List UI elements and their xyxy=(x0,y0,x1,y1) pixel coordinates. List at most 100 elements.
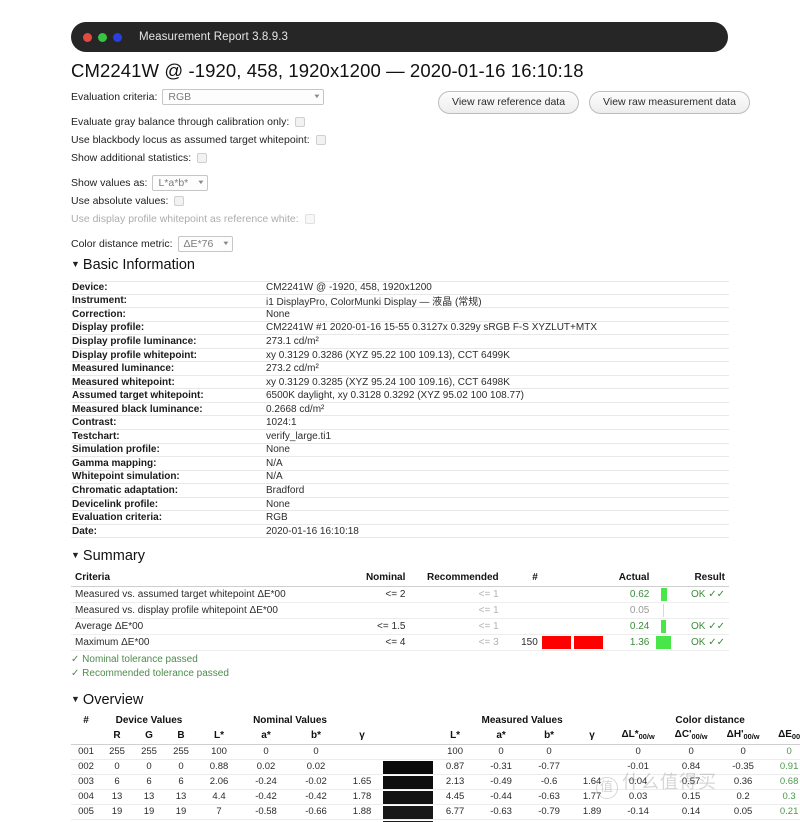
blackbody-checkbox[interactable] xyxy=(315,134,326,145)
summary-result xyxy=(674,602,729,619)
overview-cell-nL: 100 xyxy=(197,744,242,760)
overview-cell-ng xyxy=(341,759,384,775)
basic-info-key: Measured whitepoint: xyxy=(72,376,175,388)
summary-heading[interactable]: ▼ Summary xyxy=(71,548,145,564)
table-row: 004 13 13 13 4.4 -0.42 -0.42 1.78 4.45 -0.44 -0.63… xyxy=(71,789,800,805)
basic-info-key: Display profile: xyxy=(72,322,145,334)
basic-info-key: Correction: xyxy=(72,308,126,320)
overview-cell-mL: 0.87 xyxy=(433,759,478,775)
bar-placeholder xyxy=(663,604,665,617)
basic-info-key: Simulation profile: xyxy=(72,444,160,456)
summary-recommended: <= 1 xyxy=(409,586,503,603)
summary-row: Measured vs. display profile whitepoint … xyxy=(71,602,729,619)
overview-cell-mb: -0.79 xyxy=(525,804,574,820)
basic-info-key: Display profile luminance: xyxy=(72,335,197,347)
overview-group-header: Nominal Values xyxy=(253,715,327,726)
overview-cell-ng: 1.88 xyxy=(341,804,384,820)
overview-cell-na: -0.42 xyxy=(241,789,292,805)
basic-info-key: Whitepoint simulation: xyxy=(72,471,180,483)
basic-info-value: 1024:1 xyxy=(266,417,297,429)
raw-data-buttons: View raw reference data View raw measure… xyxy=(438,91,750,114)
show-values-as-row: Show values as: L*a*b* ▼ xyxy=(71,174,431,191)
show-values-as-value: L*a*b* xyxy=(158,176,189,189)
summary-red-bars xyxy=(541,618,607,635)
overview-cell-idx: 005 xyxy=(71,804,101,820)
summary-result: OK ✓✓ xyxy=(674,634,729,651)
overview-table-wrap: # Device Values Nominal Values Measured Val… xyxy=(71,714,800,822)
basic-info-key: Contrast: xyxy=(72,417,117,429)
basic-info-key: Assumed target whitepoint: xyxy=(72,390,204,402)
basic-info-value: None xyxy=(266,444,290,456)
additional-stats-checkbox[interactable] xyxy=(197,152,208,163)
overview-col-header: a* xyxy=(241,728,292,745)
overview-cell-mL: 4.45 xyxy=(433,789,478,805)
basic-info-key: Evaluation criteria: xyxy=(72,512,163,524)
overview-cell-g: 19 xyxy=(133,804,165,820)
overview-cell-ng: 1.78 xyxy=(341,789,384,805)
summary-table: Criteria Nominal Recommended # Actual Result … xyxy=(71,570,729,651)
profile-whitepoint-checkbox[interactable] xyxy=(304,213,315,224)
overview-col-header: B xyxy=(165,728,198,745)
overview-cell-mL: 6.77 xyxy=(433,804,478,820)
close-icon[interactable] xyxy=(83,32,92,42)
view-raw-measurement-data-button[interactable]: View raw measurement data xyxy=(589,91,750,114)
summary-criteria: Measured vs. assumed target whitepoint Δ… xyxy=(71,586,330,603)
overview-cell-nL: 7 xyxy=(197,804,242,820)
color-distance-metric-select[interactable]: ΔE*76 ▼ xyxy=(177,235,234,252)
green-bar xyxy=(656,636,672,649)
summary-result: OK ✓✓ xyxy=(674,618,729,635)
summary-recommended: <= 1 xyxy=(409,618,503,635)
basic-info-value: xy 0.3129 0.3286 (XYZ 95.22 100 109.13),… xyxy=(266,349,510,361)
overview-cell-idx: 003 xyxy=(71,774,101,790)
color-distance-metric-row: Color distance metric: ΔE*76 ▼ xyxy=(71,235,431,252)
overview-cell-idx: 004 xyxy=(71,789,101,805)
maximize-icon[interactable] xyxy=(113,32,122,42)
overview-col-header: ΔL*00/w xyxy=(611,728,666,745)
evaluation-criteria-row: Evaluation criteria: RGB ▼ xyxy=(71,88,431,105)
overview-cell-ma: -0.49 xyxy=(477,774,526,790)
summary-count xyxy=(502,602,542,619)
overview-heading-label: Overview xyxy=(82,692,144,708)
overview-cell-dC: 0.14 xyxy=(665,804,718,820)
basic-info-row: Contrast: 1024:1 xyxy=(71,416,729,431)
chevron-down-icon: ▼ xyxy=(197,179,206,186)
overview-cell-dH: 0.36 xyxy=(717,774,770,790)
overview-cell-nb: 0 xyxy=(291,744,342,760)
table-row: 005 19 19 19 7 -0.58 -0.66 1.88 6.77 -0.63 -0.79 1.… xyxy=(71,804,800,820)
basic-info-row: Display profile luminance: 273.1 cd/m² xyxy=(71,335,729,349)
overview-cell-mg xyxy=(573,759,612,775)
minimize-icon[interactable] xyxy=(98,32,107,42)
overview-col-header: b* xyxy=(525,728,574,745)
show-values-as-select[interactable]: L*a*b* ▼ xyxy=(152,174,209,191)
overview-cell-mb: -0.6 xyxy=(525,774,574,790)
evaluation-criteria-select[interactable]: RGB ▼ xyxy=(162,88,325,105)
overview-cell-dE: 0.91 xyxy=(769,759,800,775)
overview-heading[interactable]: ▼ Overview xyxy=(71,692,143,708)
overview-cell-nb: -0.42 xyxy=(291,789,342,805)
tolerance-notes: ✓ Nominal tolerance passed ✓ Recommended … xyxy=(71,653,229,680)
absolute-values-checkbox[interactable] xyxy=(174,195,185,206)
summary-result: OK ✓✓ xyxy=(674,586,729,603)
overview-cell-g: 0 xyxy=(133,759,165,775)
basic-info-value: 2020-01-16 16:10:18 xyxy=(266,525,359,537)
overview-cell-nb: -0.02 xyxy=(291,774,342,790)
green-bar xyxy=(661,620,667,633)
summary-nominal: <= 1.5 xyxy=(329,618,410,635)
overview-col-header: G xyxy=(133,728,165,745)
window-title: Measurement Report 3.8.9.3 xyxy=(139,31,288,43)
gray-balance-checkbox[interactable] xyxy=(295,116,306,127)
summary-criteria: Average ΔE*00 xyxy=(71,618,330,635)
view-raw-reference-data-button[interactable]: View raw reference data xyxy=(438,91,580,114)
basic-information-heading[interactable]: ▼ Basic Information xyxy=(71,257,195,273)
summary-col-header: Result xyxy=(674,570,729,587)
overview-cell-mg xyxy=(573,744,612,760)
overview-cell-dL: -0.14 xyxy=(611,804,666,820)
basic-info-value: None xyxy=(266,308,290,320)
overview-cell-nL: 0.88 xyxy=(197,759,242,775)
summary-green-bar xyxy=(653,634,675,651)
overview-col-header: L* xyxy=(433,728,478,745)
overview-col-header xyxy=(383,728,434,745)
green-bar xyxy=(660,588,667,601)
summary-col-header: Recommended xyxy=(409,570,503,587)
summary-count xyxy=(502,618,542,635)
